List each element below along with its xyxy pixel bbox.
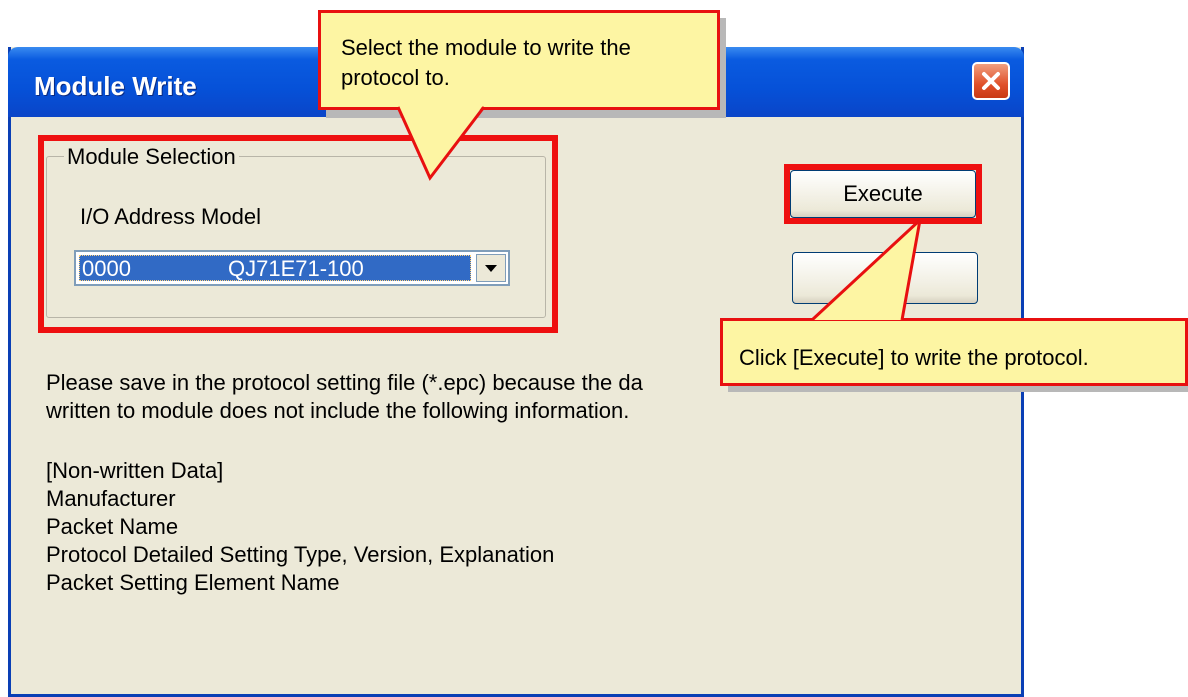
- note-line-1: Please save in the protocol setting file…: [46, 370, 643, 395]
- note-line-2: written to module does not include the f…: [46, 398, 630, 423]
- top-callout-line-1: Select the module to write the: [341, 35, 631, 60]
- top-callout-pointer: [396, 104, 486, 181]
- window-title: Module Write: [34, 71, 197, 101]
- non-written-item: Protocol Detailed Setting Type, Version,…: [46, 542, 555, 567]
- close-icon: [982, 72, 1000, 90]
- top-callout-line-2: protocol to.: [341, 65, 450, 90]
- non-written-item: Manufacturer: [46, 486, 176, 511]
- non-written-item: Packet Name: [46, 514, 179, 539]
- top-callout: Select the module to write the protocol …: [318, 10, 720, 110]
- close-button[interactable]: [972, 62, 1010, 100]
- non-written-heading: [Non-written Data]: [46, 458, 224, 483]
- non-written-item: Packet Setting Element Name: [46, 570, 340, 595]
- right-callout: Click [Execute] to write the protocol.: [720, 318, 1188, 386]
- right-callout-text: Click [Execute] to write the protocol.: [739, 345, 1089, 370]
- right-callout-pointer: [810, 220, 922, 322]
- execute-button-highlight: [784, 164, 982, 224]
